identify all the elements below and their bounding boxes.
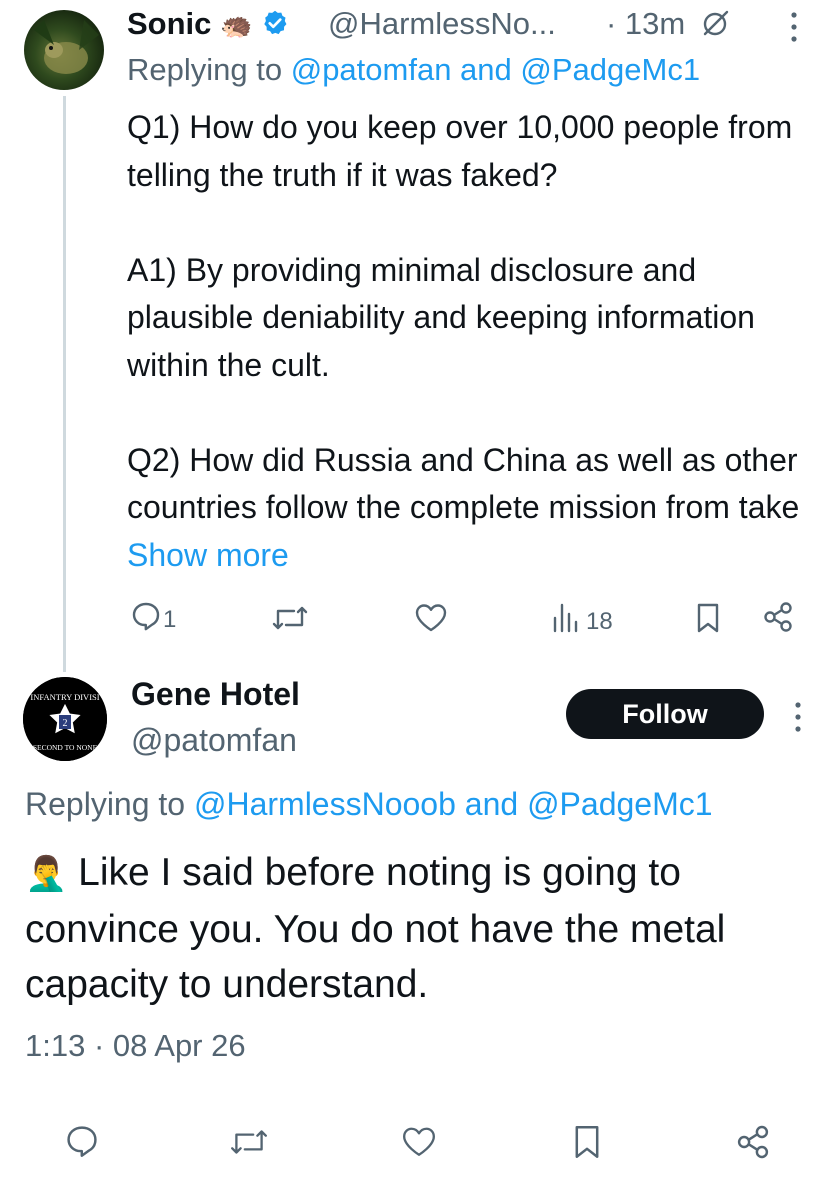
avatar-text-bottom: SECOND TO NONE — [33, 743, 98, 752]
author-name[interactable]: Sonic 🦔 — [127, 6, 289, 45]
views-icon — [550, 601, 580, 642]
views-button[interactable]: 18 — [550, 601, 613, 642]
avatar-text-top: INFANTRY DIVISI — [30, 692, 99, 702]
author-handle[interactable]: @patomfan — [131, 722, 297, 759]
replying-prefix: Replying to — [25, 786, 194, 822]
share-icon — [733, 1123, 773, 1168]
author-name-text: Sonic — [127, 6, 212, 41]
hedgehog-emoji: 🦔 — [220, 10, 253, 40]
more-icon[interactable] — [784, 8, 804, 46]
retweet-button[interactable] — [270, 601, 310, 642]
reply-icon — [63, 1122, 101, 1167]
bookmark-icon — [693, 601, 723, 642]
replying-to: Replying to @patomfan and @PadgeMc1 — [127, 52, 700, 88]
bookmark-button[interactable] — [570, 1122, 604, 1169]
replying-prefix: Replying to — [127, 52, 291, 87]
retweet-button[interactable] — [228, 1124, 270, 1167]
facepalm-emoji: 🤦‍♂️ — [25, 855, 68, 893]
verified-badge-icon — [261, 9, 289, 45]
more-icon[interactable] — [788, 698, 808, 736]
avatar-sonic[interactable] — [24, 10, 104, 90]
replying-to: Replying to @HarmlessNooob and @PadgeMc1 — [25, 786, 713, 823]
tweet-time-text: · 13m — [606, 6, 686, 41]
tweet-timestamp[interactable]: 1:13 · 08 Apr 26 — [25, 1028, 246, 1064]
like-icon — [413, 601, 449, 642]
author-handle[interactable]: @HarmlessNo... — [328, 6, 556, 42]
muted-icon — [700, 9, 730, 47]
like-button[interactable] — [413, 601, 449, 642]
tweet-time[interactable]: · 13m — [606, 6, 730, 47]
like-icon — [399, 1124, 439, 1167]
tweet-text: 🤦‍♂️ Like I said before noting is going … — [25, 845, 825, 1012]
follow-button[interactable]: Follow — [566, 689, 764, 739]
author-name[interactable]: Gene Hotel — [131, 676, 300, 713]
reply-button[interactable]: 1 — [129, 599, 176, 640]
thread-line — [63, 96, 66, 672]
bookmark-button[interactable] — [693, 601, 723, 642]
tweet-text-body: Like I said before noting is going to co… — [25, 851, 737, 1006]
view-count: 18 — [586, 607, 613, 635]
retweet-icon — [228, 1124, 270, 1167]
reply-icon — [129, 599, 163, 640]
svg-text:2: 2 — [63, 718, 68, 729]
avatar-gene-hotel[interactable]: INFANTRY DIVISI 2 SECOND TO NONE — [23, 677, 107, 761]
tweet-text: Q1) How do you keep over 10,000 people f… — [127, 104, 817, 579]
share-icon — [760, 600, 796, 641]
replying-to-handles[interactable]: @HarmlessNooob and @PadgeMc1 — [194, 786, 713, 822]
bookmark-icon — [570, 1122, 604, 1169]
tweet-text-body: Q1) How do you keep over 10,000 people f… — [127, 109, 800, 525]
share-button[interactable] — [733, 1123, 773, 1168]
like-button[interactable] — [399, 1124, 439, 1167]
show-more-link[interactable]: Show more — [127, 537, 289, 573]
replying-to-handles[interactable]: @patomfan and @PadgeMc1 — [291, 52, 700, 87]
reply-button[interactable] — [63, 1122, 101, 1167]
reply-count: 1 — [163, 605, 177, 633]
retweet-icon — [270, 601, 310, 642]
share-button[interactable] — [760, 600, 796, 641]
